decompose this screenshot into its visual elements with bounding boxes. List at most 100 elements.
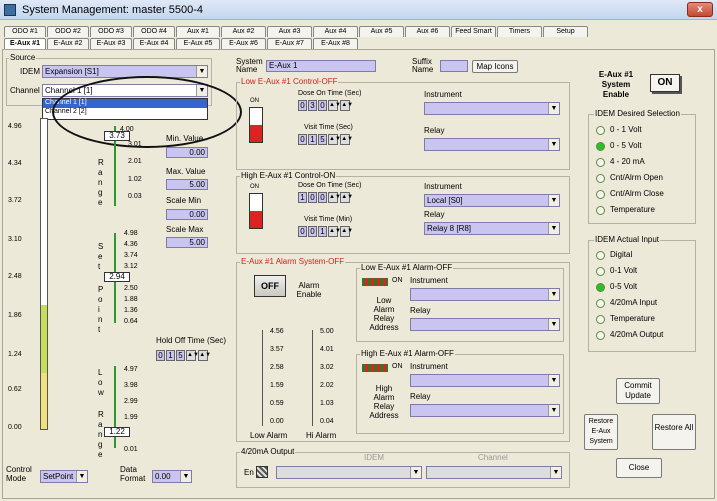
dose-digit[interactable]: 0 [308, 192, 317, 203]
high-relay-select[interactable]: Relay 8 [R8] ▼ [424, 222, 560, 235]
spin-arrows-icon[interactable]: ▲▼ [340, 100, 353, 111]
restore-eaux-system-button[interactable]: Restore E-Aux System [584, 414, 618, 450]
tab-odo-2[interactable]: ODO #2 [47, 26, 89, 37]
visit-digit[interactable]: 0 [308, 226, 317, 237]
desired-radio[interactable] [596, 142, 605, 151]
holdoff-label: Hold Off Time (Sec) [156, 336, 227, 345]
actual-radio [596, 299, 605, 308]
spin-arrows-icon[interactable]: ▲▼ [328, 100, 341, 111]
desired-radio[interactable] [596, 126, 605, 135]
high-instrument-select[interactable]: Local [S0] ▼ [424, 194, 560, 207]
holdoff-digit[interactable]: 1 [166, 350, 175, 361]
dose-digit[interactable]: 0 [318, 100, 327, 111]
actual-radio-label: Temperature [610, 314, 655, 323]
low-alarm-relay-select[interactable]: ▼ [410, 318, 560, 331]
spin-arrows-icon[interactable]: ▲▼ [340, 226, 353, 237]
tab-e-aux-6[interactable]: E-Aux #6 [221, 38, 266, 49]
output-enable-checkbox[interactable] [256, 466, 268, 478]
low-dose-on-spinner[interactable]: 0 3 0 ▲▼ ▲▼ [298, 100, 353, 112]
spin-arrows-icon[interactable]: ▲▼ [340, 192, 353, 203]
low-range-slider-handle[interactable]: 1.22 [104, 427, 130, 437]
holdoff-digit[interactable]: 5 [176, 350, 185, 361]
spin-arrows-icon[interactable]: ▲▼ [198, 350, 211, 361]
low-range-tick: 3.98 [124, 382, 138, 389]
visit-digit[interactable]: 1 [318, 226, 327, 237]
min-value-field[interactable]: 0.00 [166, 147, 208, 158]
low-alarm-instrument-select[interactable]: ▼ [410, 288, 560, 301]
visit-digit[interactable]: 1 [308, 134, 317, 145]
system-enable-label: E-Aux #1 System Enable [598, 70, 634, 99]
tab-odo-1[interactable]: ODO #1 [4, 26, 46, 37]
tab-e-aux-2[interactable]: E-Aux #2 [47, 38, 89, 49]
tab-e-aux-3[interactable]: E-Aux #3 [90, 38, 132, 49]
tab-odo-3[interactable]: ODO #3 [90, 26, 132, 37]
control-mode-select[interactable]: SetPoint ▼ [40, 470, 88, 483]
scale-min-field[interactable]: 0.00 [166, 209, 208, 220]
close-button[interactable]: Close [616, 458, 662, 478]
tab-e-aux-8[interactable]: E-Aux #8 [313, 38, 358, 49]
holdoff-digit[interactable]: 0 [156, 350, 165, 361]
tab-timers[interactable]: Timers [497, 26, 542, 37]
system-name-input[interactable]: E-Aux 1 [266, 60, 376, 72]
holdoff-spinner[interactable]: 0 1 5 ▲▼ ▲▼ [156, 350, 211, 362]
visit-digit[interactable]: 0 [298, 134, 307, 145]
alarm-off-button[interactable]: OFF [254, 275, 286, 297]
tab-aux-5[interactable]: Aux #5 [359, 26, 404, 37]
desired-radio[interactable] [596, 174, 605, 183]
close-window-button[interactable]: x [687, 2, 713, 17]
low-control-toggle[interactable] [249, 107, 263, 143]
tab-aux-2[interactable]: Aux #2 [221, 26, 266, 37]
tab-e-aux-4[interactable]: E-Aux #4 [133, 38, 175, 49]
desired-radio[interactable] [596, 158, 605, 167]
data-format-select[interactable]: 0.00 ▼ [152, 470, 192, 483]
spin-arrows-icon[interactable]: ▲▼ [328, 134, 341, 145]
low-alarm-indicator [362, 278, 388, 286]
tab-feed-smart[interactable]: Feed Smart [451, 26, 496, 37]
commit-update-button[interactable]: Commit Update [616, 378, 660, 404]
tab-aux-3[interactable]: Aux #3 [267, 26, 312, 37]
dose-digit[interactable]: 0 [318, 192, 327, 203]
hi-alarm-tick: 0.04 [320, 418, 334, 425]
output-channel-select[interactable]: ▼ [426, 466, 562, 479]
range-slider-handle[interactable]: 3.73 [104, 131, 130, 141]
setpoint-tick: 0.64 [124, 318, 138, 325]
output-idem-select[interactable]: ▼ [276, 466, 422, 479]
high-dose-on-spinner[interactable]: 1 0 0 ▲▼ ▲▼ [298, 192, 353, 204]
high-alarm-relay-select[interactable]: ▼ [410, 404, 560, 417]
setpoint-slider-handle[interactable]: 2.94 [104, 272, 130, 282]
dose-digit[interactable]: 3 [308, 100, 317, 111]
desired-radio[interactable] [596, 206, 605, 215]
actual-radio [596, 315, 605, 324]
low-instrument-select[interactable]: ▼ [424, 102, 560, 115]
tab-setup[interactable]: Setup [543, 26, 588, 37]
spin-arrows-icon[interactable]: ▲▼ [186, 350, 199, 361]
low-visit-time-spinner[interactable]: 0 1 5 ▲▼ ▲▼ [298, 134, 353, 146]
tab-aux-1[interactable]: Aux #1 [176, 26, 220, 37]
tab-e-aux-7[interactable]: E-Aux #7 [267, 38, 312, 49]
dose-digit[interactable]: 0 [298, 100, 307, 111]
system-enable-button[interactable]: ON [650, 74, 680, 92]
high-control-group [236, 176, 570, 254]
tab-e-aux-1[interactable]: E-Aux #1 [4, 38, 46, 49]
high-alarm-instrument-select[interactable]: ▼ [410, 374, 560, 387]
low-relay-select[interactable]: ▼ [424, 138, 560, 151]
tab-aux-4[interactable]: Aux #4 [313, 26, 358, 37]
map-icons-button[interactable]: Map Icons [472, 60, 518, 73]
restore-all-button[interactable]: Restore All [652, 414, 696, 450]
scale-max-field[interactable]: 5.00 [166, 237, 208, 248]
visit-digit[interactable]: 5 [318, 134, 327, 145]
hi-alarm-scale [312, 330, 320, 426]
high-control-toggle[interactable] [249, 193, 263, 229]
desired-radio[interactable] [596, 190, 605, 199]
tab-e-aux-5[interactable]: E-Aux #5 [176, 38, 220, 49]
high-visit-time-spinner[interactable]: 0 0 1 ▲▼ ▲▼ [298, 226, 353, 238]
dose-digit[interactable]: 1 [298, 192, 307, 203]
spin-arrows-icon[interactable]: ▲▼ [328, 226, 341, 237]
spin-arrows-icon[interactable]: ▲▼ [340, 134, 353, 145]
tab-aux-6[interactable]: Aux #6 [405, 26, 450, 37]
spin-arrows-icon[interactable]: ▲▼ [328, 192, 341, 203]
max-value-field[interactable]: 5.00 [166, 179, 208, 190]
tab-odo-4[interactable]: ODO #4 [133, 26, 175, 37]
visit-digit[interactable]: 0 [298, 226, 307, 237]
suffix-name-input[interactable] [440, 60, 468, 72]
